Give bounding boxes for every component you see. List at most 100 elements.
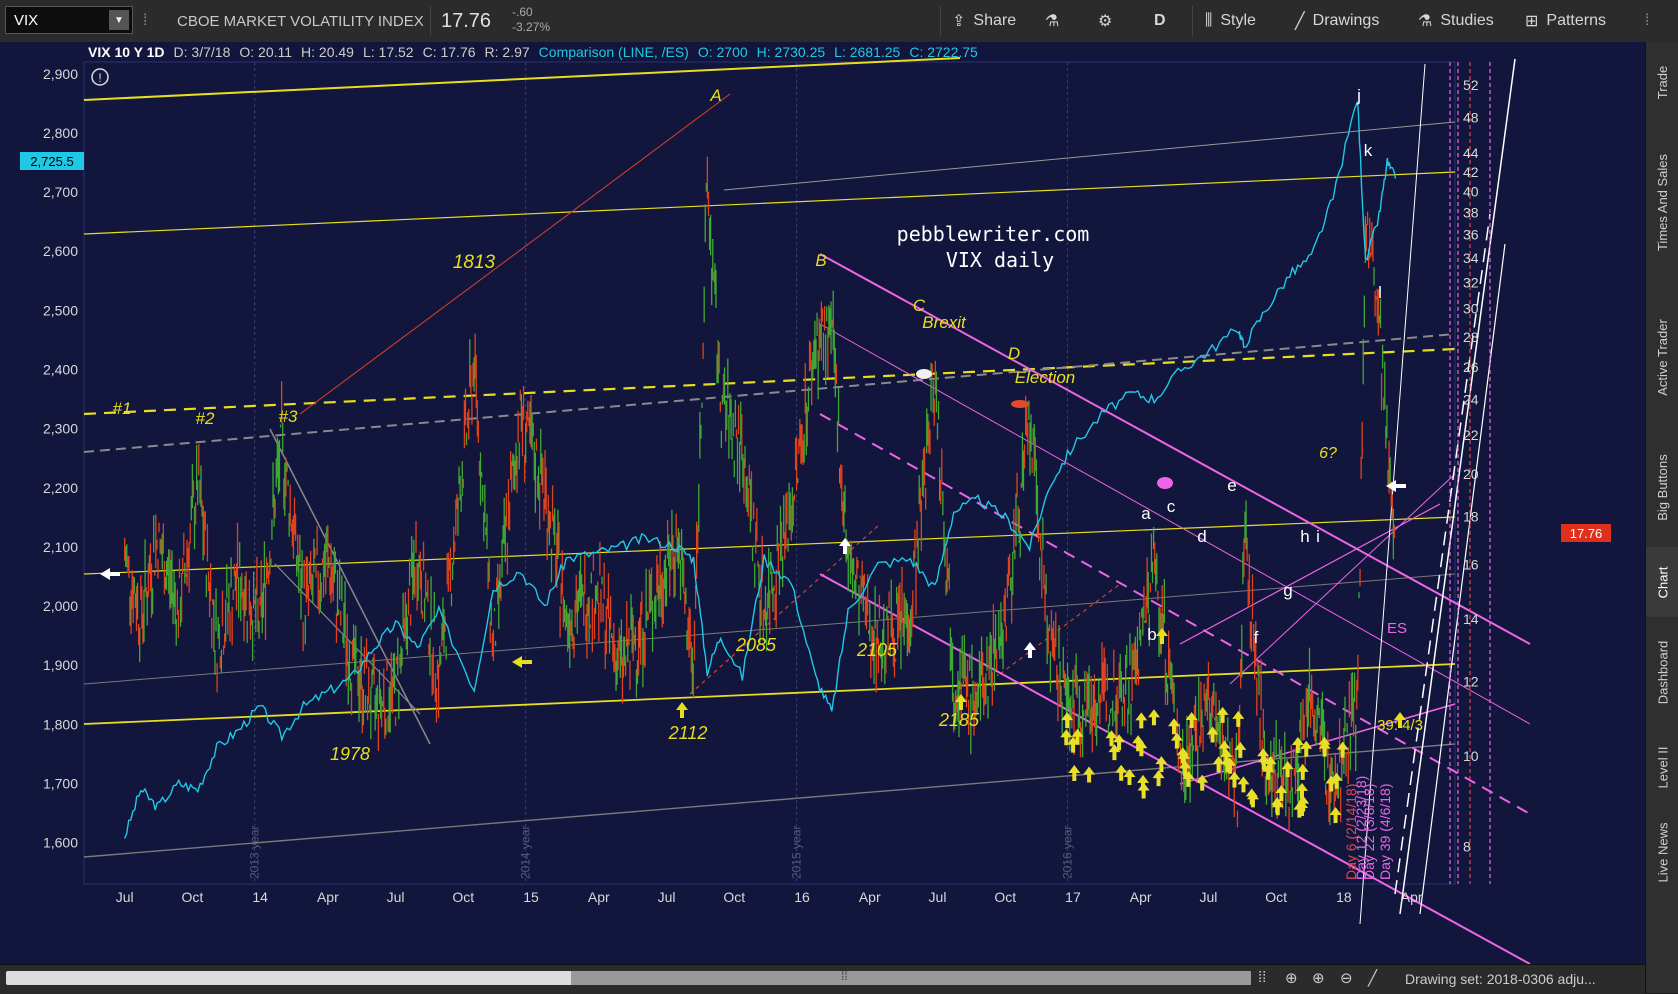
studies-button[interactable]: ⚗ Studies: [1418, 0, 1494, 42]
patterns-icon: ⊞: [1525, 13, 1539, 30]
drawing-set-label[interactable]: Drawing set: 2018-0306 adju...: [1405, 971, 1596, 987]
share-button[interactable]: ⇪ Share: [952, 0, 1016, 42]
scrollbar-track[interactable]: ⁞⁞: [6, 969, 1251, 985]
crosshair-icon[interactable]: ⊕: [1285, 969, 1298, 987]
style-icon: ⫼: [1205, 12, 1213, 29]
period-button[interactable]: D: [1154, 0, 1166, 42]
right-axis-tick-label: 48: [1463, 109, 1479, 125]
right-axis-tick-label: 28: [1463, 329, 1479, 345]
x-axis-tick-label: Jul: [929, 889, 947, 905]
drawings-button[interactable]: ╱ Drawings: [1295, 0, 1379, 42]
left-axis-tick-label: 2,000: [43, 598, 78, 614]
arrow-marker: [1024, 642, 1036, 658]
flask-icon[interactable]: ⚗: [1045, 0, 1059, 42]
tab-level-ii-label: Level II: [1655, 746, 1671, 788]
style-button[interactable]: ⫼ Style: [1205, 0, 1256, 42]
price-chart[interactable]: 2013 year 2014 year 2015 year 2016 year #1 #…: [0, 44, 1645, 964]
draw-line-icon[interactable]: ╱: [1368, 969, 1377, 987]
pink-dot: [1157, 477, 1173, 489]
year-markers: 2013 year 2014 year 2015 year 2016 year: [248, 62, 1075, 884]
tab-active-trader[interactable]: Active Trader: [1646, 292, 1678, 422]
tab-big-buttons[interactable]: Big Buttons: [1646, 432, 1678, 542]
right-axis-tick-label: 22: [1463, 427, 1479, 443]
axes: 1,600 1,700 1,800 1,900 2,000 2,100 2,200 2,300…: [43, 66, 1479, 905]
arrow-marker: [1152, 770, 1165, 787]
chart-annotation: k: [1364, 141, 1373, 160]
left-axis-tick-label: 2,500: [43, 302, 78, 318]
chevron-down-icon[interactable]: ▼: [109, 10, 129, 30]
chart-annotation: 6?: [1319, 445, 1337, 462]
chart-annotation: 1978: [330, 744, 370, 764]
tab-live-news[interactable]: Live News: [1646, 802, 1678, 902]
tab-chart[interactable]: Chart: [1646, 547, 1678, 617]
left-axis-tick-label: 1,800: [43, 716, 78, 732]
alert-icon[interactable]: !: [91, 68, 109, 86]
x-axis-tick-label: Oct: [1265, 889, 1287, 905]
arrow-marker: [1115, 764, 1128, 781]
zoom-in-icon[interactable]: ⊕: [1312, 969, 1325, 987]
chart-annotation: h: [1300, 527, 1309, 546]
right-axis-tick-label: 34: [1463, 250, 1479, 266]
trend-line: [819, 573, 1531, 964]
menu-grip-icon[interactable]: ⁞: [1645, 0, 1649, 42]
trend-line: [819, 323, 1531, 725]
chart-annotation: j: [1356, 86, 1361, 105]
arrow-marker: [676, 702, 688, 718]
chart-annotation: ES: [1387, 620, 1407, 637]
tab-level-ii[interactable]: Level II: [1646, 732, 1678, 802]
tab-trade[interactable]: Trade: [1646, 52, 1678, 112]
arrow-marker: [1083, 766, 1096, 783]
right-tab-panel: Trade Times And Sales Active Trader Big …: [1645, 42, 1678, 993]
x-axis-tick-label: Oct: [452, 889, 474, 905]
chart-annotation: e: [1227, 476, 1236, 495]
red-dot: [1011, 400, 1029, 408]
chart-annotation: g: [1283, 581, 1292, 600]
chart-annotation: B: [815, 251, 826, 270]
pencil-icon: ╱: [1295, 13, 1305, 30]
link-icon[interactable]: ⁞: [143, 0, 147, 42]
price-change-block: -.60 -3.27%: [512, 5, 550, 35]
right-axis-tick-label: 26: [1463, 359, 1479, 375]
right-axis-tick-label: 30: [1463, 301, 1479, 317]
chart-annotation: f: [1254, 628, 1259, 647]
cycle-day-label: Day 39 (4/6/18): [1377, 784, 1393, 881]
zoom-out-icon[interactable]: ⊖: [1340, 969, 1353, 987]
right-axis-tick-label: 18: [1463, 509, 1479, 525]
tab-trade-label: Trade: [1655, 65, 1671, 99]
style-label: Style: [1220, 12, 1256, 29]
left-axis-tick-label: 2,100: [43, 539, 78, 555]
arrow-marker: [1216, 706, 1229, 723]
x-axis-tick-label: Jul: [116, 889, 134, 905]
scrollbar-grip-icon: ⁞⁞: [841, 969, 848, 983]
right-axis-tick-label: 20: [1463, 466, 1479, 482]
tab-active-trader-label: Active Trader: [1655, 318, 1670, 396]
tab-dashboard[interactable]: Dashboard: [1646, 617, 1678, 727]
trend-line: [83, 663, 1456, 725]
arrow-marker: [1336, 741, 1349, 758]
es-comparison-line: [123, 101, 1397, 839]
tab-times-and-sales[interactable]: Times And Sales: [1646, 122, 1678, 282]
left-axis-tick-label: 2,800: [43, 125, 78, 141]
left-axis-tick-label: 2,300: [43, 421, 78, 437]
left-axis-tick-label: 1,600: [43, 835, 78, 851]
scroll-handle-icon[interactable]: ⁞⁞: [1258, 969, 1266, 986]
right-axis-tick-label: 38: [1463, 205, 1479, 221]
year-marker-label: 2014 year: [519, 826, 533, 879]
chart-annotation: 2112: [668, 723, 708, 743]
left-axis-tick-label: 2,400: [43, 362, 78, 378]
arrow-marker: [1147, 709, 1160, 726]
gear-icon[interactable]: ⚙: [1098, 0, 1112, 42]
chart-annotation: d: [1197, 527, 1206, 546]
arrow-marker: [1245, 788, 1258, 805]
tab-times-and-sales-label: Times And Sales: [1655, 153, 1670, 251]
percent-change: -3.27%: [512, 20, 551, 34]
patterns-button[interactable]: ⊞ Patterns: [1525, 0, 1606, 42]
arrow-marker: [512, 656, 532, 668]
trend-line: [83, 333, 1456, 453]
tab-big-buttons-label: Big Buttons: [1655, 453, 1670, 521]
x-axis-tick-label: 16: [794, 889, 810, 905]
scrollbar-thumb[interactable]: [571, 971, 1251, 985]
tab-live-news-label: Live News: [1655, 822, 1670, 882]
x-axis-tick-label: Apr: [317, 889, 339, 905]
symbol-input[interactable]: VIX ▼: [5, 6, 133, 34]
